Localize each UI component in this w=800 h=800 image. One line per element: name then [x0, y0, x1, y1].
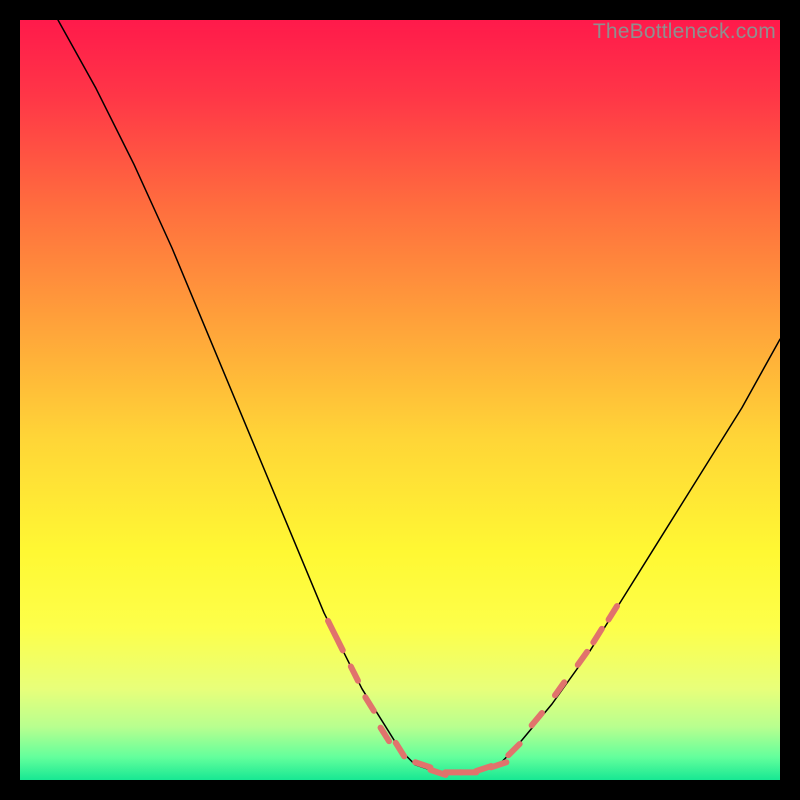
chart-frame: TheBottleneck.com — [20, 20, 780, 780]
chart-svg — [20, 20, 780, 780]
watermark-text: TheBottleneck.com — [593, 20, 776, 44]
background-rect — [20, 20, 780, 780]
